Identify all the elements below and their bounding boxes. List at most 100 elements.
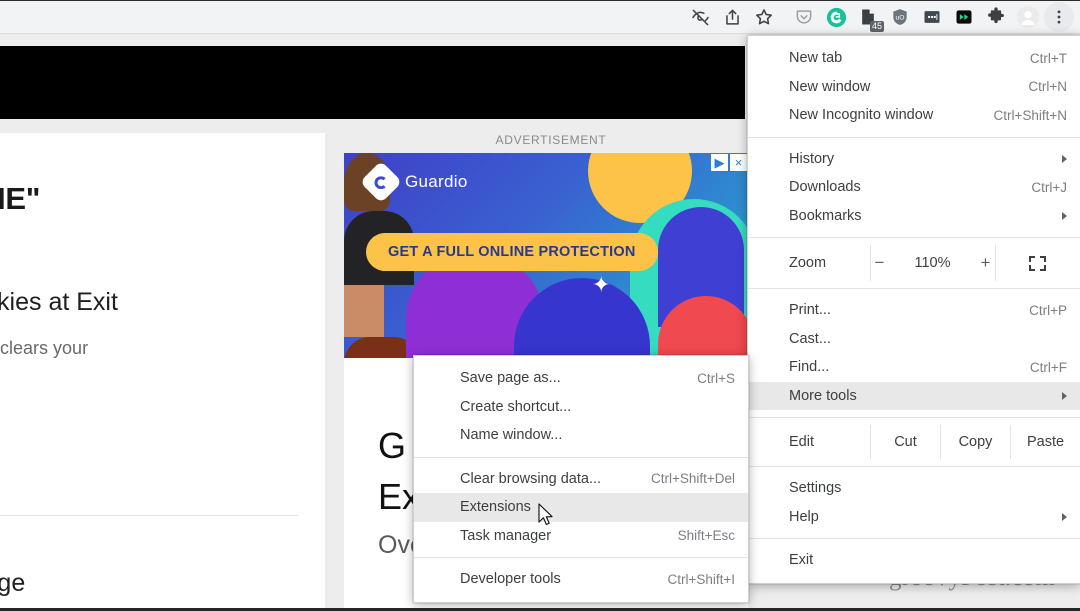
fullscreen-button[interactable] [996,245,1080,281]
menu-separator [748,288,1080,289]
menu-item-find[interactable]: Find... Ctrl+F [748,353,1080,382]
submenu-arrow-icon [1062,154,1067,163]
extension-badge-count: 45 [869,21,884,32]
extensions-puzzle-icon[interactable] [980,1,1012,33]
menu-item-label: Clear browsing data... [460,470,602,487]
menu-item-help[interactable]: Help [748,503,1080,532]
menu-item-settings[interactable]: Settings [748,474,1080,503]
hide-password-icon[interactable] [684,1,716,33]
chrome-menu-kebab-icon[interactable] [1044,2,1074,32]
menu-item-label: Bookmarks [789,207,862,224]
menu-separator [748,237,1080,238]
profile-avatar-icon[interactable] [1012,1,1044,33]
menu-item-label: Settings [789,480,842,497]
menu-item-label: Downloads [789,179,861,196]
zoom-label: Zoom [789,255,827,271]
menu-item-label: Create shortcut... [460,398,572,415]
article-paragraph: tomatically clears your w... [0,338,89,358]
article-title: ROME" [0,181,41,216]
menu-item-label: New window [789,78,871,95]
menu-item-shortcut: Ctrl+Shift+N [993,107,1067,123]
menu-item-cast[interactable]: Cast... [748,325,1080,354]
menu-item-label: Exit [789,552,814,569]
menu-item-label: New tab [789,50,843,67]
guardio-diamond-icon [359,160,403,204]
menu-item-shortcut: Ctrl+N [1028,79,1067,95]
ad-cta-button[interactable]: GET A FULL ONLINE PROTECTION [366,233,658,271]
menu-item-more-tools[interactable]: More tools [748,381,1080,410]
menu-item-label: Name window... [460,427,563,444]
adchoices-controls[interactable]: ▶ × [710,153,748,172]
zoom-controls: − 110% + [869,245,996,281]
share-icon[interactable] [716,1,748,33]
docusign-extension-icon[interactable]: 45 [852,1,884,33]
menu-item-label: Help [789,508,819,525]
article-card: ROME" er Cookies at Exit tomatically cle… [0,133,325,611]
lastpass-extension-icon[interactable] [916,1,948,33]
article-heading: er Cookies at Exit [0,288,118,316]
svg-text:uO: uO [896,15,905,22]
browser-toolbar: 45 uO [0,0,1080,34]
menu-item-downloads[interactable]: Downloads Ctrl+J [748,173,1080,202]
menu-item-shortcut: Ctrl+F [1029,359,1067,375]
submenu-arrow-icon [1062,512,1067,521]
ad-person-1 [344,285,384,337]
cut-button[interactable]: Cut [870,425,940,459]
guardio-logo: Guardio [359,160,468,204]
menu-item-label: Find... [789,359,830,376]
zoom-level-value: 110% [914,255,951,271]
zoom-in-button[interactable]: + [977,253,995,273]
menu-item-name-window[interactable]: Name window... [414,421,748,450]
menu-item-clear-browsing-data[interactable]: Clear browsing data... Ctrl+Shift+Del [414,465,748,494]
zoom-row: Zoom − 110% + [748,245,1080,281]
menu-separator [748,538,1080,539]
page-black-banner [0,46,745,119]
ublock-origin-extension-icon[interactable]: uO [884,1,916,33]
menu-item-shortcut: Ctrl+T [1029,50,1067,66]
menu-item-label: History [789,150,835,167]
menu-item-task-manager[interactable]: Task manager Shift+Esc [414,522,748,551]
menu-item-new-window[interactable]: New window Ctrl+N [748,73,1080,102]
guardio-brand-name: Guardio [405,172,468,191]
grammarly-extension-icon[interactable] [820,1,852,33]
menu-item-new-incognito-window[interactable]: New Incognito window Ctrl+Shift+N [748,101,1080,130]
more-tools-submenu[interactable]: Save page as... Ctrl+S Create shortcut... N… [413,355,749,603]
menu-item-label: Task manager [460,527,552,544]
menu-item-shortcut: Ctrl+Shift+Del [650,471,735,487]
ad-sparkle-icon: ✦ [592,272,611,297]
menu-item-label: Developer tools [460,571,561,588]
menu-separator [748,417,1080,418]
submenu-arrow-icon [1062,391,1067,400]
video-speed-extension-icon[interactable] [948,1,980,33]
article-subheading: ft Edge [0,569,26,597]
menu-item-bookmarks[interactable]: Bookmarks [748,202,1080,231]
article-divider [0,515,298,516]
menu-item-new-tab[interactable]: New tab Ctrl+T [748,44,1080,73]
menu-item-history[interactable]: History [748,145,1080,174]
menu-item-shortcut: Ctrl+J [1031,179,1067,195]
guardio-ad-banner[interactable]: ✦ Guardio GET A FULL ONLINE PROTECTION ▶… [344,153,748,358]
paste-button[interactable]: Paste [1010,425,1080,459]
menu-separator [414,557,748,558]
menu-item-developer-tools[interactable]: Developer tools Ctrl+Shift+I [414,565,748,594]
menu-item-label: Save page as... [460,370,561,387]
copy-button[interactable]: Copy [940,425,1010,459]
menu-item-shortcut: Shift+Esc [677,528,735,544]
window-top-edge [0,0,1080,1]
menu-item-save-page-as[interactable]: Save page as... Ctrl+S [414,364,748,393]
menu-item-extensions[interactable]: Extensions [414,493,748,522]
menu-item-create-shortcut[interactable]: Create shortcut... [414,393,748,422]
zoom-out-button[interactable]: − [871,253,889,273]
bookmark-star-icon[interactable] [748,1,780,33]
edit-label: Edit [789,434,814,450]
toolbar-icon-group: 45 uO [682,0,1074,34]
advertisement-label: ADVERTISEMENT [495,133,607,147]
menu-item-print[interactable]: Print... Ctrl+P [748,296,1080,325]
adchoices-icon[interactable]: ▶ [710,153,729,172]
pocket-extension-icon[interactable] [788,1,820,33]
menu-separator [414,456,748,458]
toolbar-action-pill [682,1,782,33]
chrome-main-menu[interactable]: New tab Ctrl+T New window Ctrl+N New Incogni… [747,35,1080,584]
ad-close-button[interactable]: × [729,153,748,172]
menu-item-exit[interactable]: Exit [748,546,1080,575]
